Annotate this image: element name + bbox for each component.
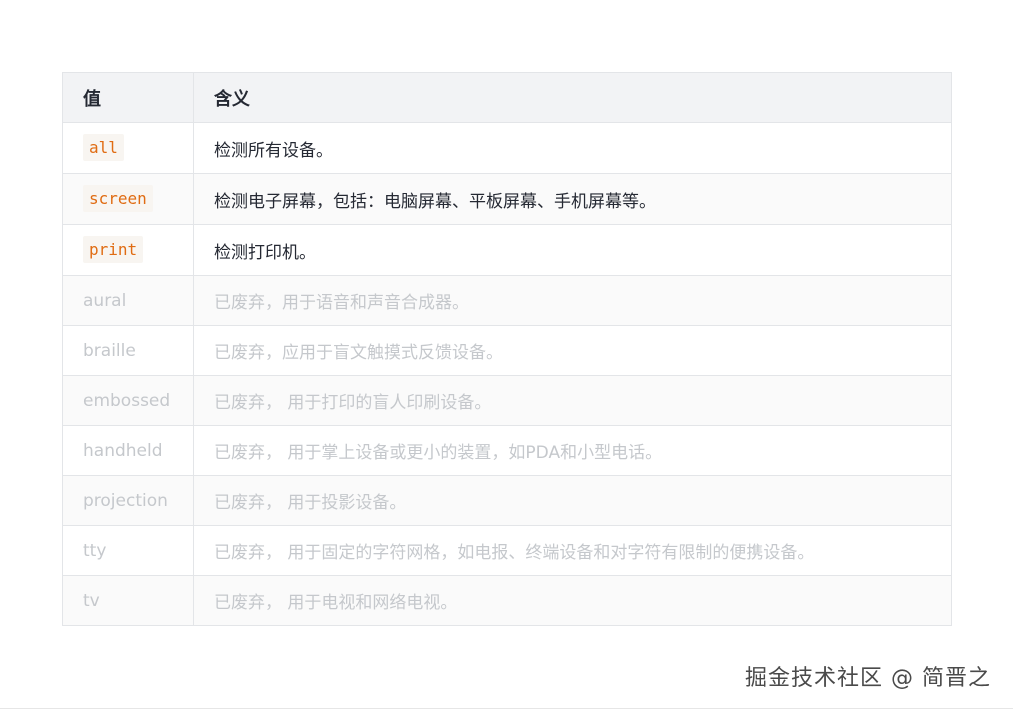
- table-row-deprecated: embossed 已废弃， 用于打印的盲人印刷设备。: [62, 375, 952, 426]
- meaning-cell: 已废弃， 用于打印的盲人印刷设备。: [193, 375, 952, 426]
- page: 值 含义 all 检测所有设备。 screen 检测电子屏幕，包括：电脑屏幕、平…: [0, 0, 1013, 711]
- header-value: 值: [62, 72, 194, 123]
- bottom-divider: [0, 708, 1013, 709]
- value-cell: aural: [62, 275, 194, 326]
- header-meaning: 含义: [193, 72, 952, 123]
- value-cell: tv: [62, 575, 194, 626]
- value-cell: tty: [62, 525, 194, 576]
- value-cell: handheld: [62, 425, 194, 476]
- meaning-cell: 已废弃，用于语音和声音合成器。: [193, 275, 952, 326]
- value-cell: braille: [62, 325, 194, 376]
- table-row: all 检测所有设备。: [62, 122, 952, 174]
- meaning-cell: 检测打印机。: [193, 224, 952, 276]
- value-cell: screen: [62, 173, 194, 225]
- meaning-cell: 检测电子屏幕，包括：电脑屏幕、平板屏幕、手机屏幕等。: [193, 173, 952, 225]
- value-code: screen: [83, 185, 153, 212]
- table-row-deprecated: projection 已废弃， 用于投影设备。: [62, 475, 952, 526]
- meaning-cell: 已废弃， 用于投影设备。: [193, 475, 952, 526]
- value-cell: projection: [62, 475, 194, 526]
- media-type-table: 值 含义 all 检测所有设备。 screen 检测电子屏幕，包括：电脑屏幕、平…: [62, 72, 952, 626]
- table-row: print 检测打印机。: [62, 224, 952, 276]
- meaning-cell: 已废弃，应用于盲文触摸式反馈设备。: [193, 325, 952, 376]
- value-cell: print: [62, 224, 194, 276]
- value-cell: embossed: [62, 375, 194, 426]
- table-row: screen 检测电子屏幕，包括：电脑屏幕、平板屏幕、手机屏幕等。: [62, 173, 952, 225]
- table-row-deprecated: tty 已废弃， 用于固定的字符网格，如电报、终端设备和对字符有限制的便携设备。: [62, 525, 952, 576]
- table-row-deprecated: handheld 已废弃， 用于掌上设备或更小的装置，如PDA和小型电话。: [62, 425, 952, 476]
- value-cell: all: [62, 122, 194, 174]
- meaning-cell: 检测所有设备。: [193, 122, 952, 174]
- value-code: print: [83, 236, 144, 263]
- table-row-deprecated: aural 已废弃，用于语音和声音合成器。: [62, 275, 952, 326]
- meaning-cell: 已废弃， 用于固定的字符网格，如电报、终端设备和对字符有限制的便携设备。: [193, 525, 952, 576]
- meaning-cell: 已废弃， 用于掌上设备或更小的装置，如PDA和小型电话。: [193, 425, 952, 476]
- meaning-cell: 已废弃， 用于电视和网络电视。: [193, 575, 952, 626]
- watermark: 掘金技术社区 @ 简晋之: [745, 666, 991, 691]
- table-header-row: 值 含义: [62, 72, 952, 123]
- value-code: all: [83, 134, 124, 161]
- table-row-deprecated: braille 已废弃，应用于盲文触摸式反馈设备。: [62, 325, 952, 376]
- table-row-deprecated: tv 已废弃， 用于电视和网络电视。: [62, 575, 952, 626]
